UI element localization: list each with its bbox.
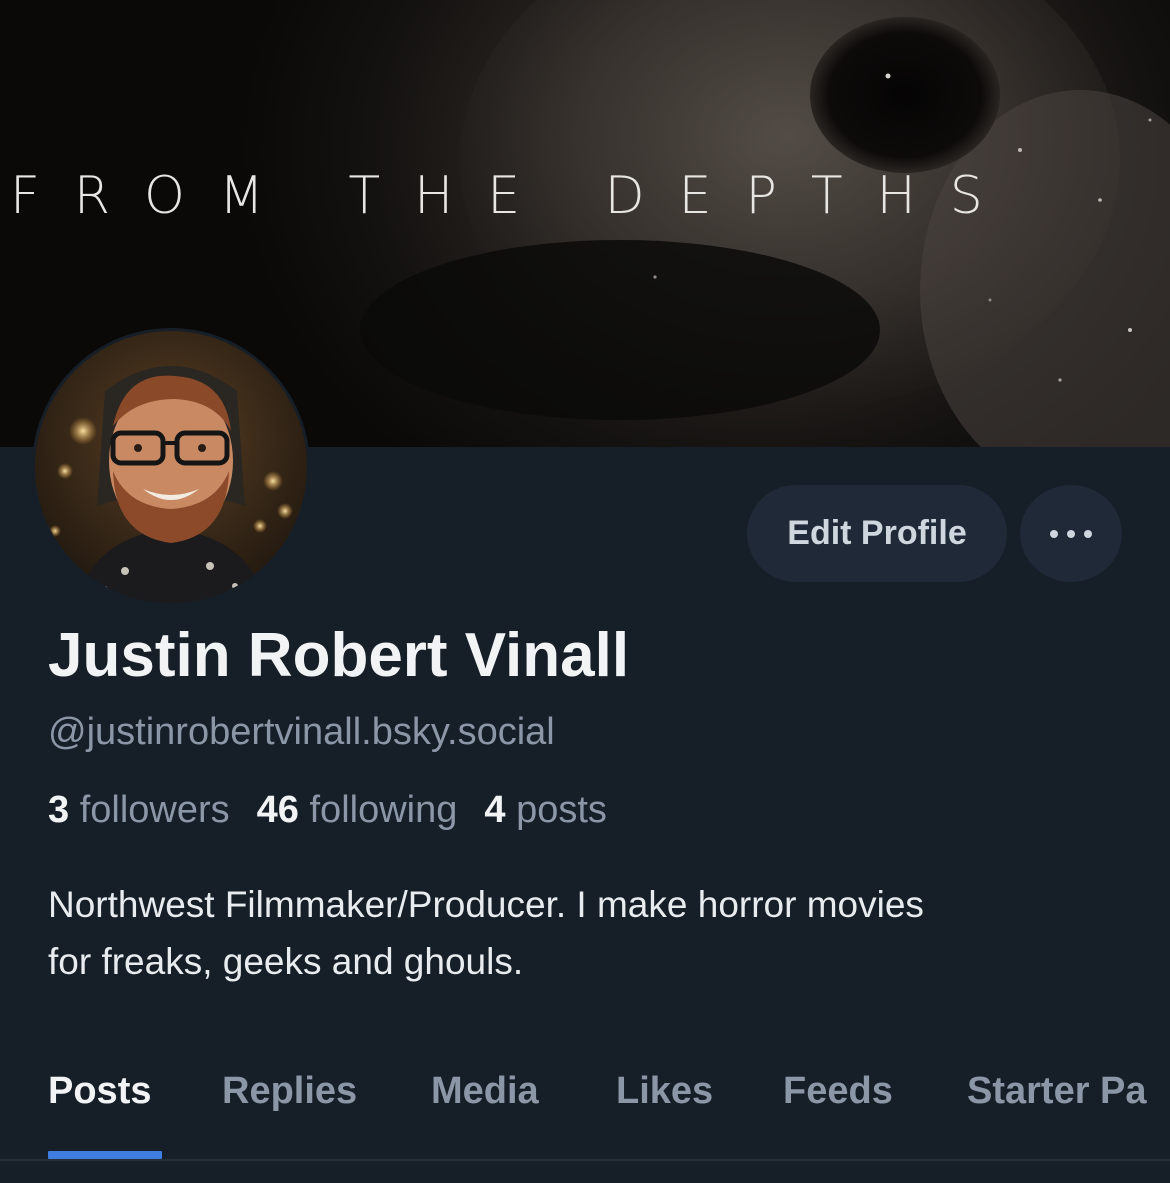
bio-line: for freaks, geeks and ghouls. xyxy=(48,941,524,982)
tab-feeds[interactable]: Feeds xyxy=(783,1070,893,1113)
posts-count: 4 xyxy=(484,789,506,831)
posts-label: posts xyxy=(516,789,607,831)
tab-media[interactable]: Media xyxy=(431,1070,539,1113)
profile-bio: Northwest Filmmaker/Producer. I make hor… xyxy=(48,876,1138,990)
following-stat[interactable]: 46 following xyxy=(257,789,458,832)
banner-title: FROM THE DEPTHS xyxy=(10,166,1017,226)
avatar-photo xyxy=(35,331,307,603)
tab-likes[interactable]: Likes xyxy=(616,1070,713,1113)
profile-handle: @justinrobertvinall.bsky.social xyxy=(48,711,555,753)
tab-starter-packs[interactable]: Starter Pa xyxy=(967,1070,1147,1113)
profile-page: FROM THE DEPTHS Edit Profile Justin Robe… xyxy=(0,0,1170,1183)
tab-posts[interactable]: Posts xyxy=(48,1070,151,1113)
ellipsis-icon xyxy=(1050,529,1092,538)
followers-label: followers xyxy=(79,789,230,831)
more-options-button[interactable] xyxy=(1020,485,1122,582)
following-count: 46 xyxy=(256,789,299,831)
following-label: following xyxy=(309,789,458,831)
followers-stat[interactable]: 3 followers xyxy=(48,789,230,832)
active-tab-indicator xyxy=(48,1151,162,1159)
tabs-divider xyxy=(0,1159,1170,1161)
tab-replies[interactable]: Replies xyxy=(222,1070,357,1113)
followers-count: 3 xyxy=(48,789,70,831)
avatar[interactable] xyxy=(32,328,310,606)
profile-name: Justin Robert Vinall xyxy=(48,621,630,690)
edit-profile-button[interactable]: Edit Profile xyxy=(747,485,1007,582)
profile-stats: 3 followers 46 following 4 posts xyxy=(48,789,607,832)
profile-tabs: Posts Replies Media Likes Feeds Starter … xyxy=(0,1064,1170,1160)
bio-line: Northwest Filmmaker/Producer. I make hor… xyxy=(48,884,924,925)
posts-stat: 4 posts xyxy=(484,789,607,832)
